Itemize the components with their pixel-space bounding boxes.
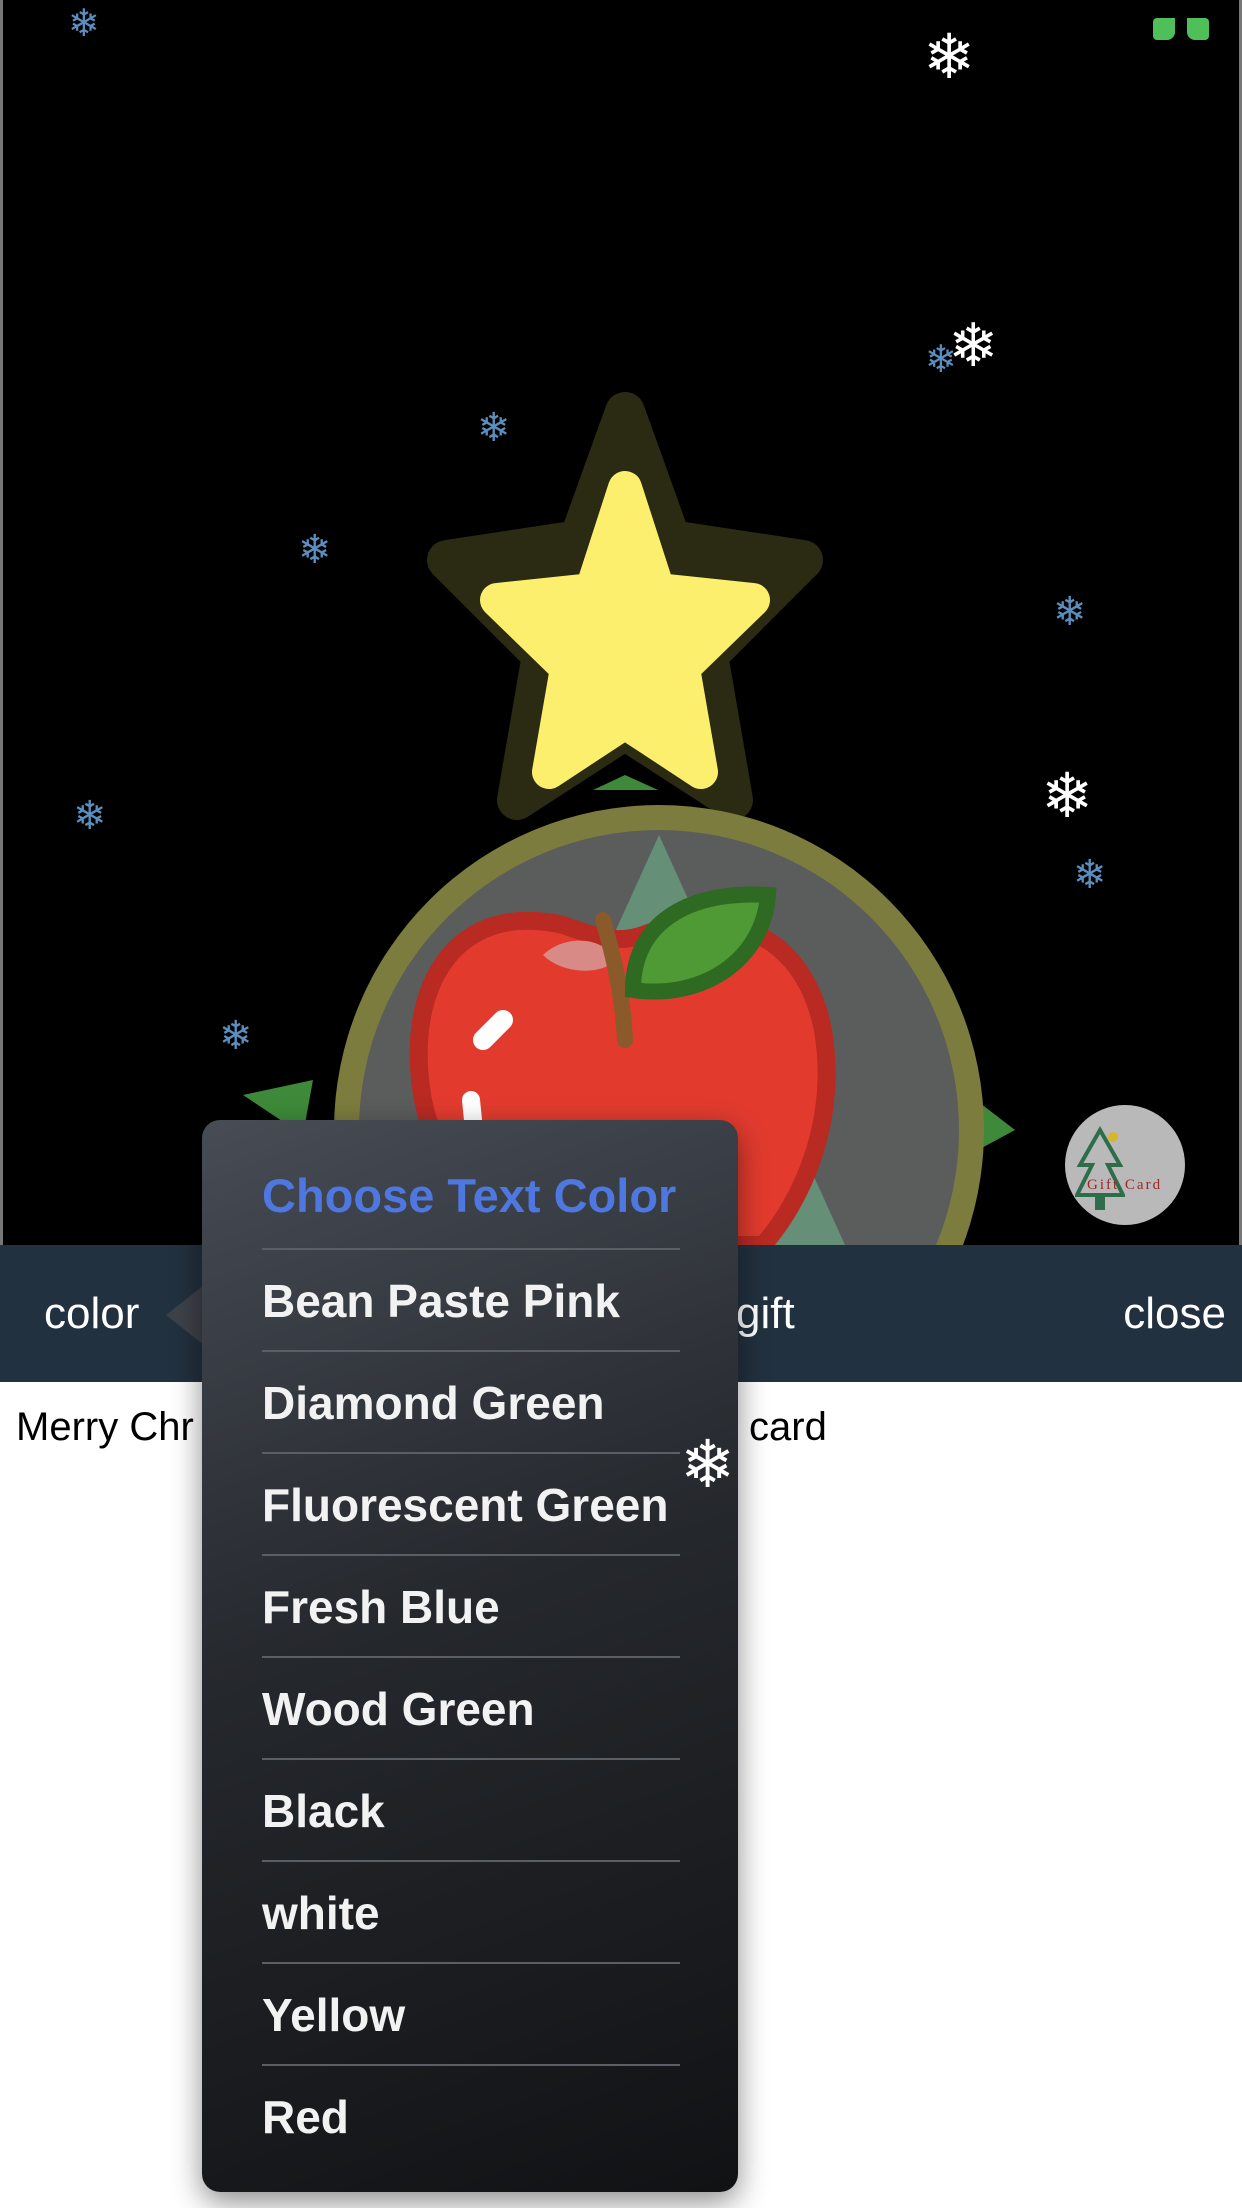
- color-option-yellow[interactable]: Yellow: [262, 1962, 680, 2064]
- color-option-fresh-blue[interactable]: Fresh Blue: [262, 1554, 680, 1656]
- snowflake-icon: ❄: [298, 527, 332, 573]
- card-message-right: card: [749, 1405, 827, 1449]
- color-option-fluorescent-green[interactable]: Fluorescent Green: [262, 1452, 680, 1554]
- text-color-menu: Choose Text Color Bean Paste Pink Diamon…: [202, 1120, 738, 2192]
- card-canvas[interactable]: ❄ ❄ ❄ ❄ ❄ ❄ ❄ ❄ ❄ ❄ ❄ Gift Card: [0, 0, 1242, 1245]
- color-option-wood-green[interactable]: Wood Green: [262, 1656, 680, 1758]
- snowflake-icon: ❄: [219, 1013, 253, 1059]
- snowflake-icon: ❄: [923, 20, 975, 93]
- color-option-white[interactable]: white: [262, 1860, 680, 1962]
- color-button[interactable]: color: [44, 1245, 139, 1382]
- color-option-red[interactable]: Red: [262, 2064, 680, 2166]
- color-option-black[interactable]: Black: [262, 1758, 680, 1860]
- gift-button[interactable]: gift: [736, 1245, 795, 1382]
- close-button[interactable]: close: [1123, 1245, 1226, 1382]
- color-option-bean-paste-pink[interactable]: Bean Paste Pink: [262, 1248, 680, 1350]
- apple-shine: [473, 1010, 513, 1050]
- snowflake-icon: ❄: [1041, 759, 1093, 832]
- menu-title: Choose Text Color: [262, 1169, 677, 1222]
- color-option-diamond-green[interactable]: Diamond Green: [262, 1350, 680, 1452]
- fullscreen-icon[interactable]: [1153, 18, 1209, 42]
- snowflake-icon: ❄: [73, 793, 107, 839]
- snowflake-icon: ❄: [680, 1426, 736, 1503]
- snowflake-icon: ❄: [68, 1, 100, 45]
- snowflake-icon: ❄: [477, 405, 511, 451]
- gift-card-label: Gift Card: [1087, 1177, 1163, 1193]
- snowflake-icon: ❄: [1073, 852, 1107, 898]
- card-message-text[interactable]: Merry Chr card: [16, 1405, 827, 1450]
- popover-arrow: [166, 1285, 204, 1345]
- gift-card-badge[interactable]: Gift Card: [1065, 1105, 1185, 1225]
- tree-top: [593, 775, 658, 790]
- apple-shine-2: [462, 1091, 482, 1129]
- tree-icon: [1075, 1125, 1125, 1210]
- card-message-left: Merry Chr: [16, 1405, 194, 1449]
- snowflake-icon: ❄: [948, 311, 999, 381]
- color-options-list: Bean Paste Pink Diamond Green Fluorescen…: [262, 1248, 680, 2166]
- snowflake-icon: ❄: [1053, 589, 1087, 635]
